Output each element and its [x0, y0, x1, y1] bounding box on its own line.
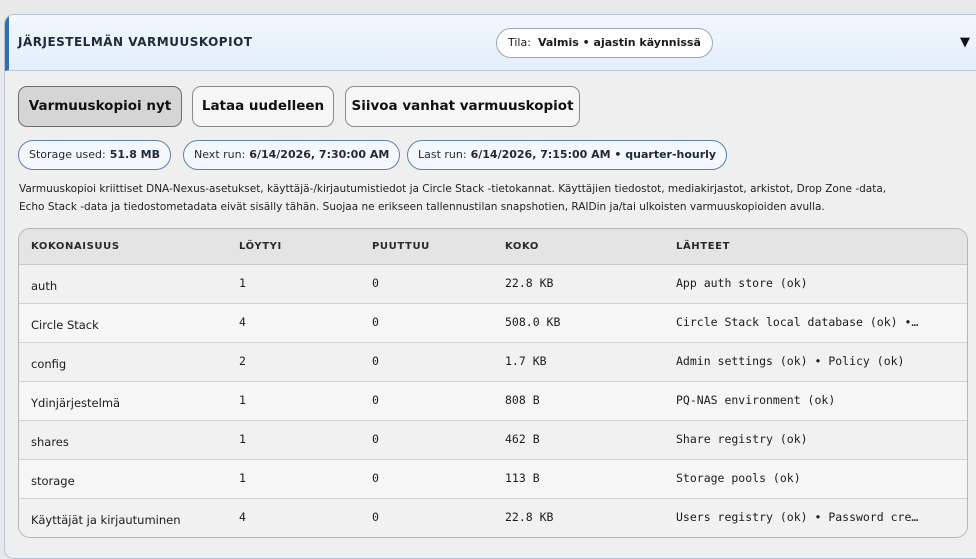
cell-found: 2: [239, 354, 246, 368]
storage-used-label: Storage used:: [29, 148, 106, 161]
column-header-found: LÖYTYI: [239, 241, 282, 252]
cell-size: 113 B: [505, 471, 540, 485]
backup-now-button[interactable]: Varmuuskopioi nyt: [18, 86, 182, 127]
storage-used-value: 51.8 MB: [109, 148, 161, 161]
table-row: config 2 0 1.7 KB Admin settings (ok) • …: [19, 343, 967, 382]
cell-name: Käyttäjät ja kirjautuminen: [31, 513, 181, 527]
cell-found: 1: [239, 276, 246, 290]
cell-found: 1: [239, 432, 246, 446]
cell-size: 462 B: [505, 432, 540, 446]
status-badge: Tila: Valmis • ajastin käynnissä: [496, 28, 713, 58]
cell-sources: Users registry (ok) • Password cre…: [676, 510, 919, 524]
backups-panel: JÄRJESTELMÄN VARMUUSKOPIOT Tila: Valmis …: [4, 14, 976, 559]
cell-name: storage: [31, 474, 75, 488]
last-run-value: 6/14/2026, 7:15:00 AM • quarter-hourly: [470, 148, 717, 161]
column-header-name: KOKONAISUUS: [31, 241, 120, 252]
cell-name: auth: [31, 279, 58, 293]
cell-missing: 0: [372, 432, 379, 446]
backup-description: Varmuuskopioi kriittiset DNA-Nexus-asetu…: [19, 180, 959, 216]
table-row: storage 1 0 113 B Storage pools (ok): [19, 460, 967, 499]
cell-found: 4: [239, 315, 246, 329]
cell-missing: 0: [372, 393, 379, 407]
backup-table: KOKONAISUUS LÖYTYI PUUTTUU KOKO LÄHTEET …: [18, 228, 968, 538]
cell-sources: Admin settings (ok) • Policy (ok): [676, 354, 905, 368]
cell-sources: Storage pools (ok): [676, 471, 801, 485]
table-row: shares 1 0 462 B Share registry (ok): [19, 421, 967, 460]
table-header: KOKONAISUUS LÖYTYI PUUTTUU KOKO LÄHTEET: [19, 229, 967, 265]
last-run-chip: Last run: 6/14/2026, 7:15:00 AM • quarter…: [407, 140, 728, 170]
cell-missing: 0: [372, 276, 379, 290]
next-run-chip: Next run: 6/14/2026, 7:30:00 AM: [183, 140, 401, 170]
status-value: Valmis • ajastin käynnissä: [537, 36, 701, 49]
reload-button[interactable]: Lataa uudelleen: [192, 86, 334, 127]
last-run-label: Last run:: [418, 148, 467, 161]
cell-found: 1: [239, 393, 246, 407]
cell-name: shares: [31, 435, 69, 449]
cell-found: 4: [239, 510, 246, 524]
cell-size: 22.8 KB: [505, 276, 554, 290]
cell-size: 808 B: [505, 393, 540, 407]
cell-missing: 0: [372, 354, 379, 368]
next-run-label: Next run:: [194, 148, 246, 161]
collapse-icon[interactable]: ▼: [960, 35, 970, 50]
status-label: Tila:: [508, 36, 531, 49]
table-row: auth 1 0 22.8 KB App auth store (ok): [19, 265, 967, 304]
cell-missing: 0: [372, 510, 379, 524]
next-run-value: 6/14/2026, 7:30:00 AM: [249, 148, 390, 161]
table-row: Käyttäjät ja kirjautuminen 4 0 22.8 KB U…: [19, 499, 967, 537]
column-header-size: KOKO: [505, 241, 540, 252]
panel-header[interactable]: JÄRJESTELMÄN VARMUUSKOPIOT Tila: Valmis …: [5, 15, 976, 71]
cell-sources: PQ-NAS environment (ok): [676, 393, 836, 407]
cleanup-button[interactable]: Siivoa vanhat varmuuskopiot: [345, 86, 580, 127]
cell-sources: Circle Stack local database (ok) •…: [676, 315, 919, 329]
cell-size: 1.7 KB: [505, 354, 547, 368]
table-row: Ydinjärjestelmä 1 0 808 B PQ-NAS environ…: [19, 382, 967, 421]
panel-title: JÄRJESTELMÄN VARMUUSKOPIOT: [18, 35, 253, 49]
cell-missing: 0: [372, 315, 379, 329]
description-line-1: Varmuuskopioi kriittiset DNA-Nexus-asetu…: [19, 183, 887, 195]
cell-name: config: [31, 357, 67, 371]
cell-sources: Share registry (ok): [676, 432, 808, 446]
cell-sources: App auth store (ok): [676, 276, 808, 290]
column-header-sources: LÄHTEET: [676, 241, 730, 252]
cell-size: 22.8 KB: [505, 510, 554, 524]
column-header-missing: PUUTTUU: [372, 241, 430, 252]
description-line-2: Echo Stack -data ja tiedostometadata eiv…: [19, 201, 825, 213]
cell-name: Ydinjärjestelmä: [31, 396, 121, 410]
cell-size: 508.0 KB: [505, 315, 561, 329]
cell-found: 1: [239, 471, 246, 485]
cell-name: Circle Stack: [31, 318, 99, 332]
storage-used-chip: Storage used: 51.8 MB: [18, 140, 172, 170]
table-row: Circle Stack 4 0 508.0 KB Circle Stack l…: [19, 304, 967, 343]
cell-missing: 0: [372, 471, 379, 485]
